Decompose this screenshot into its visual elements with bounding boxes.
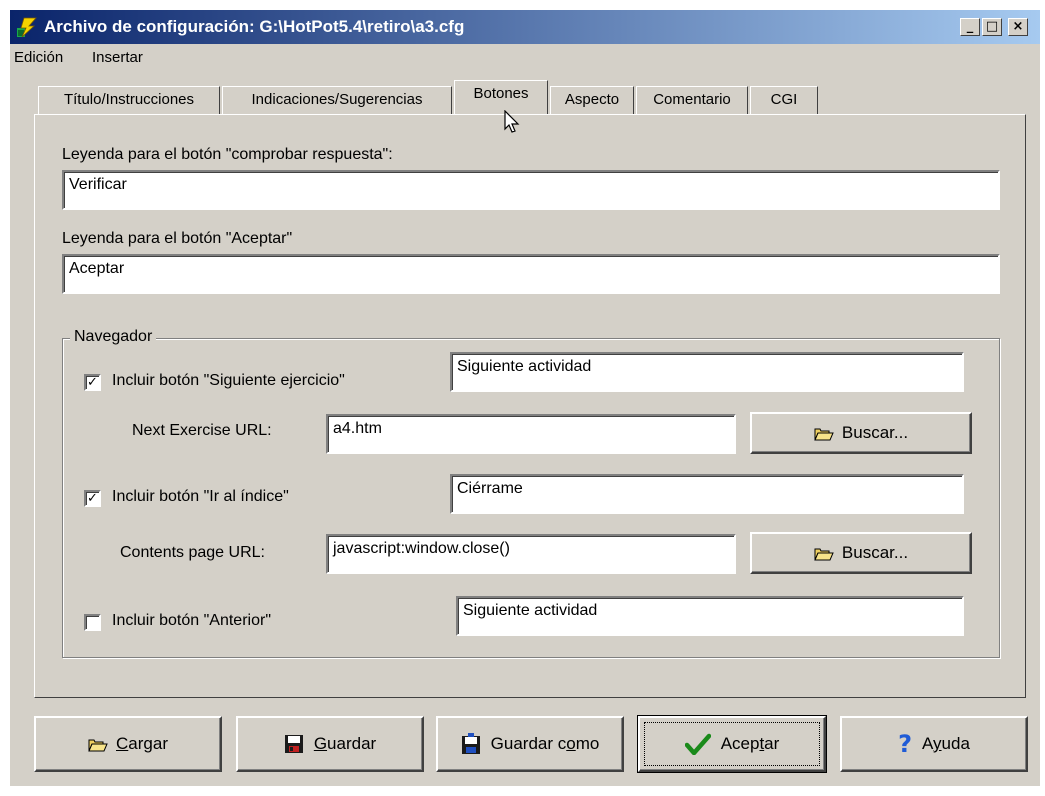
menu-edicion[interactable]: Edición	[14, 49, 63, 66]
next-exercise-checkbox-label[interactable]: Incluir botón "Siguiente ejercicio"	[112, 372, 345, 390]
save-as-icon	[461, 733, 480, 754]
next-exercise-url-input[interactable]: a4.htm	[326, 414, 736, 454]
save-as-button[interactable]: Guardar como	[436, 716, 624, 772]
tab-botones[interactable]: Botones	[454, 80, 548, 114]
save-button-label: Guardar	[313, 734, 377, 753]
check-button-caption-input[interactable]: Verificar	[62, 170, 1000, 210]
help-question-icon: ?	[898, 730, 912, 758]
menu-bar: Edición Insertar	[10, 46, 1040, 70]
next-exercise-caption-input[interactable]: Siguiente actividad	[450, 352, 964, 392]
accept-button-label: Aceptar	[720, 734, 780, 753]
tab-comentario[interactable]: Comentario	[636, 86, 748, 114]
tab-indicaciones-sugerencias[interactable]: Indicaciones/Sugerencias	[222, 86, 452, 114]
index-checkbox-label[interactable]: Incluir botón "Ir al índice"	[112, 488, 289, 506]
browse-next-url-label: Buscar...	[841, 423, 909, 442]
mouse-cursor-icon	[504, 110, 520, 133]
next-exercise-checkbox[interactable]: ✓	[84, 374, 101, 391]
accept-button[interactable]: Aceptar	[637, 715, 827, 773]
check-button-caption-label: Leyenda para el botón "comprobar respues…	[62, 146, 393, 163]
next-exercise-url-label: Next Exercise URL:	[132, 422, 272, 439]
help-button-label: Ayuda	[922, 734, 970, 753]
tab-cgi[interactable]: CGI	[750, 86, 818, 114]
menu-insertar[interactable]: Insertar	[92, 49, 143, 66]
config-window: Archivo de configuración: G:\HotPot5.4\r…	[10, 10, 1040, 786]
previous-caption-input[interactable]: Siguiente actividad	[456, 596, 964, 636]
minimize-button[interactable]: _	[960, 18, 980, 36]
navegador-legend: Navegador	[70, 328, 157, 346]
save-as-button-label: Guardar como	[490, 734, 600, 753]
index-checkbox[interactable]: ✓	[84, 490, 101, 507]
contents-url-input[interactable]: javascript:window.close()	[326, 534, 736, 574]
folder-open-icon	[88, 738, 108, 751]
checkmark-icon: ✓	[87, 375, 98, 390]
help-button[interactable]: ? Ayuda	[840, 716, 1028, 772]
folder-open-icon	[814, 427, 834, 440]
browse-next-url-button[interactable]: Buscar...	[750, 412, 972, 454]
tab-aspecto[interactable]: Aspecto	[550, 86, 634, 114]
folder-open-icon	[814, 547, 834, 560]
browse-contents-url-label: Buscar...	[841, 543, 909, 562]
floppy-disk-icon	[284, 735, 303, 753]
previous-checkbox-label[interactable]: Incluir botón "Anterior"	[112, 612, 271, 630]
close-button[interactable]: ×	[1008, 18, 1028, 36]
tab-titulo-instrucciones[interactable]: Título/Instrucciones	[38, 86, 220, 114]
maximize-button[interactable]: □	[982, 18, 1002, 36]
hotpotatoes-app-icon	[17, 17, 37, 38]
previous-checkbox[interactable]	[84, 614, 101, 631]
save-button[interactable]: Guardar	[236, 716, 424, 772]
index-caption-input[interactable]: Ciérrame	[450, 474, 964, 514]
load-button[interactable]: Cargar	[34, 716, 222, 772]
window-title: Archivo de configuración: G:\HotPot5.4\r…	[44, 17, 465, 36]
checkmark-icon: ✓	[87, 491, 98, 506]
browse-contents-url-button[interactable]: Buscar...	[750, 532, 972, 574]
accept-button-caption-label: Leyenda para el botón "Aceptar"	[62, 230, 293, 247]
accept-button-caption-input[interactable]: Aceptar	[62, 254, 1000, 294]
contents-url-label: Contents page URL:	[120, 544, 265, 561]
checkmark-icon	[684, 733, 711, 755]
load-button-label: Cargar	[116, 734, 168, 753]
title-bar[interactable]: Archivo de configuración: G:\HotPot5.4\r…	[10, 10, 1040, 44]
